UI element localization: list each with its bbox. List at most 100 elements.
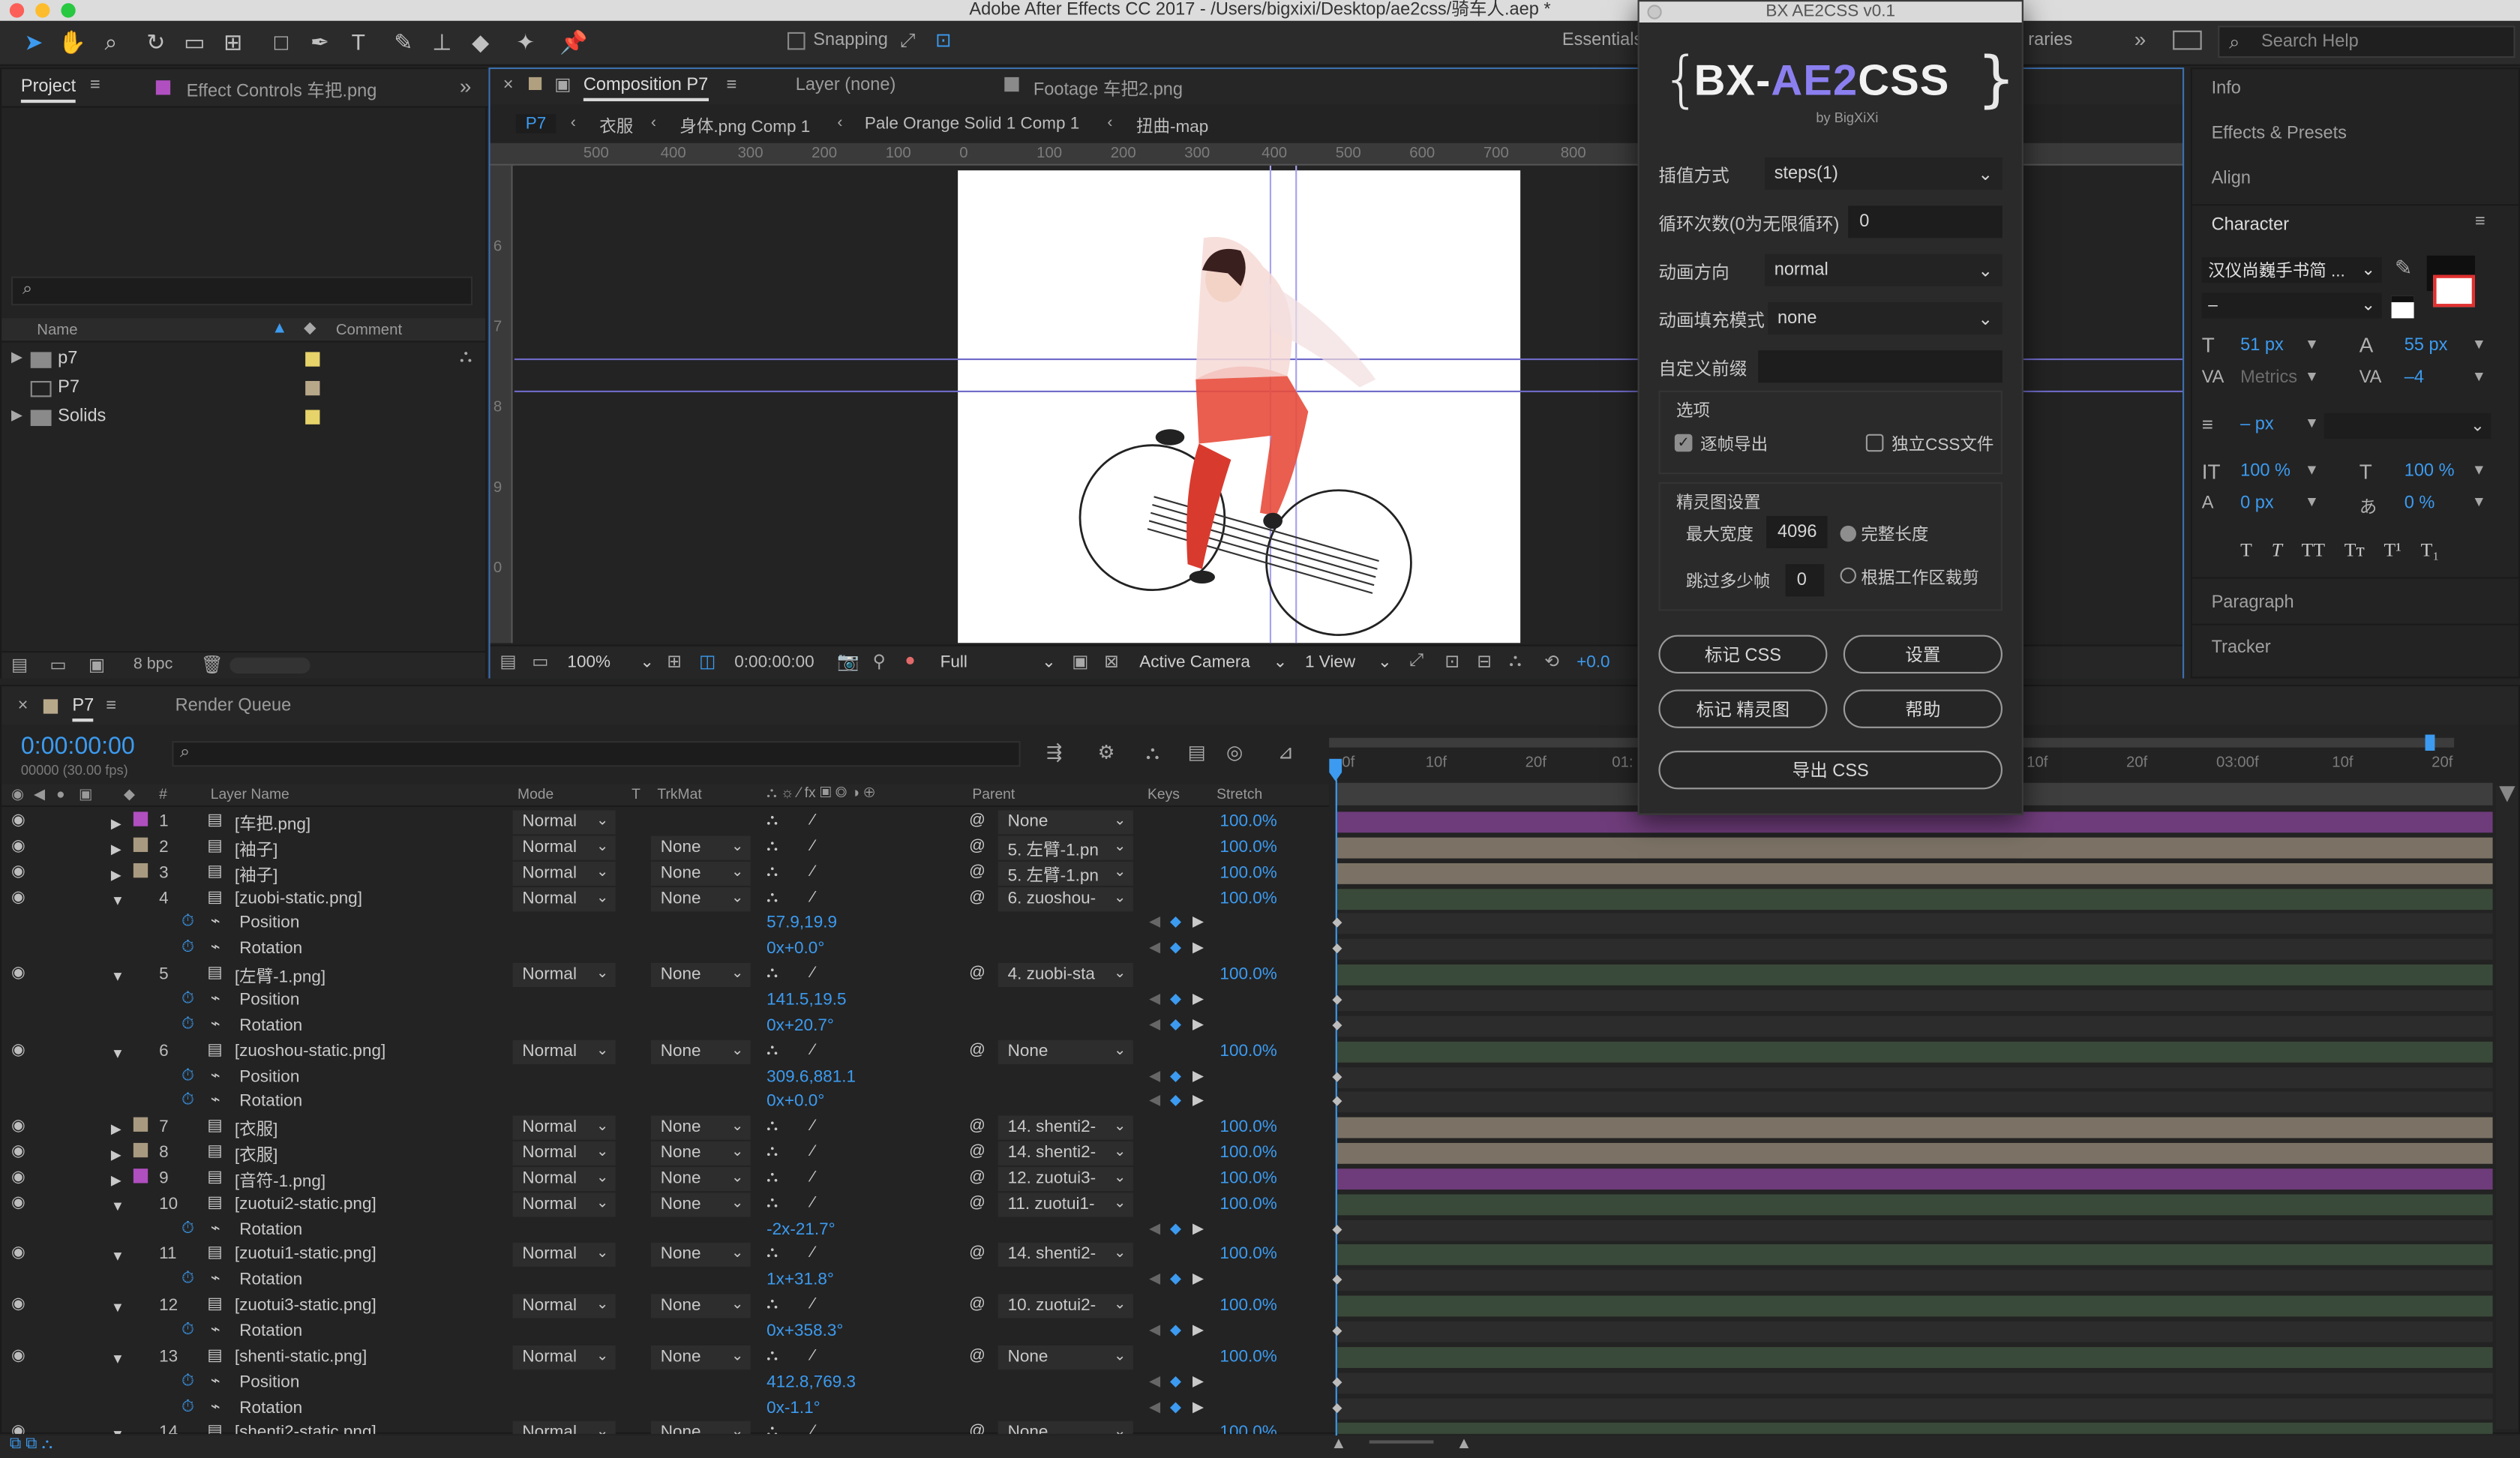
keyframe-toggle-icon[interactable]: ◆: [1170, 1220, 1181, 1238]
stopwatch-icon[interactable]: ⏱: [182, 939, 194, 957]
superscript-icon[interactable]: T¹: [2384, 538, 2401, 562]
eyedropper-icon[interactable]: ✎: [2395, 256, 2412, 281]
prefix-input[interactable]: [1758, 350, 2002, 383]
layer-row[interactable]: ◉ ▼ 14 ▤ [shenti2-static.png] Normal ⌄ None ⌄ ⛬ ⁄ @…: [2, 1421, 1329, 1434]
layer-name[interactable]: [衣服]: [235, 1143, 278, 1167]
keyframe-toggle-icon[interactable]: ◆: [1170, 1322, 1181, 1340]
stretch-value[interactable]: 100.0%: [1220, 1194, 1276, 1214]
expand-arrow-icon[interactable]: ▶: [111, 841, 122, 859]
quality-switch-icon[interactable]: ⁄: [812, 812, 814, 830]
interp-select[interactable]: steps(1) ⌄: [1764, 158, 2002, 190]
fill-mode-select[interactable]: none ⌄: [1768, 302, 2002, 334]
new-folder-icon[interactable]: ▭: [50, 654, 66, 675]
shy-switch-icon[interactable]: ⛬: [766, 1041, 778, 1059]
label-color-swatch[interactable]: [305, 410, 320, 424]
stretch-value[interactable]: 100.0%: [1220, 837, 1276, 856]
swap-colors-icon[interactable]: [2391, 296, 2414, 319]
layer-duration-bar[interactable]: [1336, 1193, 2493, 1215]
stroke-style-select[interactable]: ⌄: [2324, 412, 2492, 440]
chevron-down-icon[interactable]: ▼: [2472, 336, 2486, 352]
expanded-arrow-icon[interactable]: ▼: [111, 892, 124, 908]
column-number[interactable]: #: [159, 786, 167, 802]
leading-value[interactable]: 55 px: [2404, 336, 2448, 356]
close-tab-icon[interactable]: ×: [503, 76, 514, 95]
shy-switch-icon[interactable]: ⛬: [766, 1118, 778, 1136]
expand-arrow-icon[interactable]: ▶: [11, 406, 22, 424]
expanded-arrow-icon[interactable]: ▼: [111, 1299, 124, 1315]
tab-timeline-comp[interactable]: P7: [72, 696, 94, 722]
tab-footage[interactable]: Footage 车把2.png: [1034, 76, 1183, 101]
parent-pickwhip-icon[interactable]: @: [969, 1245, 986, 1263]
layer-name[interactable]: [zuotui2-static.png]: [235, 1194, 376, 1214]
property-keyframe-track[interactable]: ◆: [1332, 914, 2493, 935]
camera-select[interactable]: Active Camera ⌄: [1133, 651, 1294, 674]
prev-keyframe-icon[interactable]: ◀: [1149, 1016, 1160, 1034]
prev-keyframe-icon[interactable]: ◀: [1149, 1092, 1160, 1110]
zoom-tool-icon[interactable]: ⌕: [97, 27, 126, 56]
expanded-arrow-icon[interactable]: ▼: [111, 1350, 124, 1366]
stopwatch-icon[interactable]: ⏱: [182, 1220, 194, 1238]
property-row[interactable]: ⏱ ⌁ Rotation 0x+20.7° ◀ ◆ ▶: [2, 1014, 1329, 1040]
keyframe-toggle-icon[interactable]: ◆: [1170, 1270, 1181, 1288]
stretch-value[interactable]: 100.0%: [1220, 812, 1276, 831]
shy-switch-icon[interactable]: ⛬: [766, 837, 778, 855]
keyframe-marker-icon[interactable]: ◆: [1332, 915, 1342, 929]
keyframe-marker-icon[interactable]: ◆: [1332, 1017, 1342, 1031]
layer-name[interactable]: [衣服]: [235, 1118, 278, 1142]
mark-sprite-button[interactable]: 标记 精灵图: [1658, 689, 1828, 728]
property-value[interactable]: 0x+20.7°: [766, 1016, 834, 1035]
zoom-in-icon[interactable]: ▲: [1456, 1436, 1472, 1454]
label-color-swatch[interactable]: [133, 862, 148, 878]
solo-toggle-icon[interactable]: ●: [56, 786, 65, 802]
keyframe-marker-icon[interactable]: ◆: [1332, 1272, 1342, 1286]
breadcrumb-item[interactable]: 身体.png Comp 1: [680, 114, 810, 138]
exposure-value[interactable]: +0.0: [1576, 652, 1610, 672]
tab-render-queue[interactable]: Render Queue: [176, 696, 292, 716]
label-color-swatch[interactable]: [305, 380, 320, 396]
next-keyframe-icon[interactable]: ▶: [1192, 1016, 1204, 1034]
faux-bold-icon[interactable]: T: [2240, 538, 2252, 562]
help-button[interactable]: 帮助: [1843, 689, 2002, 728]
quality-switch-icon[interactable]: ⁄: [812, 837, 814, 855]
eye-icon[interactable]: ◉: [11, 1041, 26, 1059]
roto-brush-tool-icon[interactable]: ✦: [511, 27, 540, 56]
property-value[interactable]: 0x+358.3°: [766, 1322, 843, 1341]
rotate-tool-icon[interactable]: ↻: [142, 27, 171, 56]
tab-effect-controls[interactable]: Effect Controls 车把.png: [187, 77, 377, 103]
graph-icon[interactable]: ⌁: [211, 1016, 220, 1034]
eraser-tool-icon[interactable]: ◆: [466, 27, 495, 56]
property-value[interactable]: 0x+0.0°: [766, 939, 824, 958]
tab-project[interactable]: Project: [20, 77, 76, 104]
column-name[interactable]: Name: [37, 322, 77, 340]
layer-name[interactable]: [袖子]: [235, 862, 278, 886]
keyframe-toggle-icon[interactable]: ◆: [1170, 1092, 1181, 1110]
layer-duration-bar[interactable]: [1336, 1168, 2493, 1190]
layer-row[interactable]: ◉ ▼ 5 ▤ [左臂-1.png] Normal ⌄ None ⌄ ⛬ ⁄ @4. zuobi-st…: [2, 963, 1329, 988]
minimize-window-icon[interactable]: [35, 3, 50, 18]
layer-duration-bar[interactable]: [1336, 1295, 2493, 1317]
chevron-down-icon[interactable]: ▼: [2305, 494, 2319, 509]
property-keyframe-track[interactable]: ◆: [1332, 1270, 2493, 1292]
parent-pickwhip-icon[interactable]: @: [969, 1296, 986, 1314]
flowchart-icon[interactable]: ⛬: [460, 347, 472, 368]
timeline-search-input[interactable]: ⌕: [172, 741, 1021, 767]
stretch-value[interactable]: 100.0%: [1220, 862, 1276, 882]
horizontal-scale-value[interactable]: 100 %: [2404, 461, 2455, 481]
breadcrumb-item[interactable]: Pale Orange Solid 1 Comp 1: [865, 114, 1079, 134]
workarea-radio[interactable]: [1840, 567, 1856, 584]
parent-pickwhip-icon[interactable]: @: [969, 1194, 986, 1212]
keyframe-toggle-icon[interactable]: ◆: [1170, 1398, 1181, 1416]
frame-export-checkbox[interactable]: ✓: [1674, 434, 1693, 452]
layer-row[interactable]: ◉ ▶ 2 ▤ [袖子] Normal ⌄ None ⌄ ⛬ ⁄ @5. 左臂-1.pn ⌄ 100.0%: [2, 836, 1329, 861]
comp-flowchart-icon[interactable]: ⇶: [1046, 741, 1063, 764]
graph-icon[interactable]: ⌁: [211, 1092, 220, 1110]
parent-pickwhip-icon[interactable]: @: [969, 1424, 986, 1434]
layer-row[interactable]: ◉ ▼ 13 ▤ [shenti-static.png] Normal ⌄ None ⌄ ⛬ ⁄ @ N…: [2, 1345, 1329, 1371]
flowchart-icon[interactable]: ⛬: [1509, 651, 1522, 672]
camera-tool-icon[interactable]: ▭: [180, 27, 209, 56]
stopwatch-icon[interactable]: ⏱: [182, 990, 194, 1008]
snap-feature-icon[interactable]: ⊡: [935, 29, 952, 52]
next-keyframe-icon[interactable]: ▶: [1192, 1092, 1204, 1110]
monitor-icon[interactable]: ▭: [532, 651, 548, 672]
eye-icon[interactable]: ◉: [11, 888, 26, 906]
